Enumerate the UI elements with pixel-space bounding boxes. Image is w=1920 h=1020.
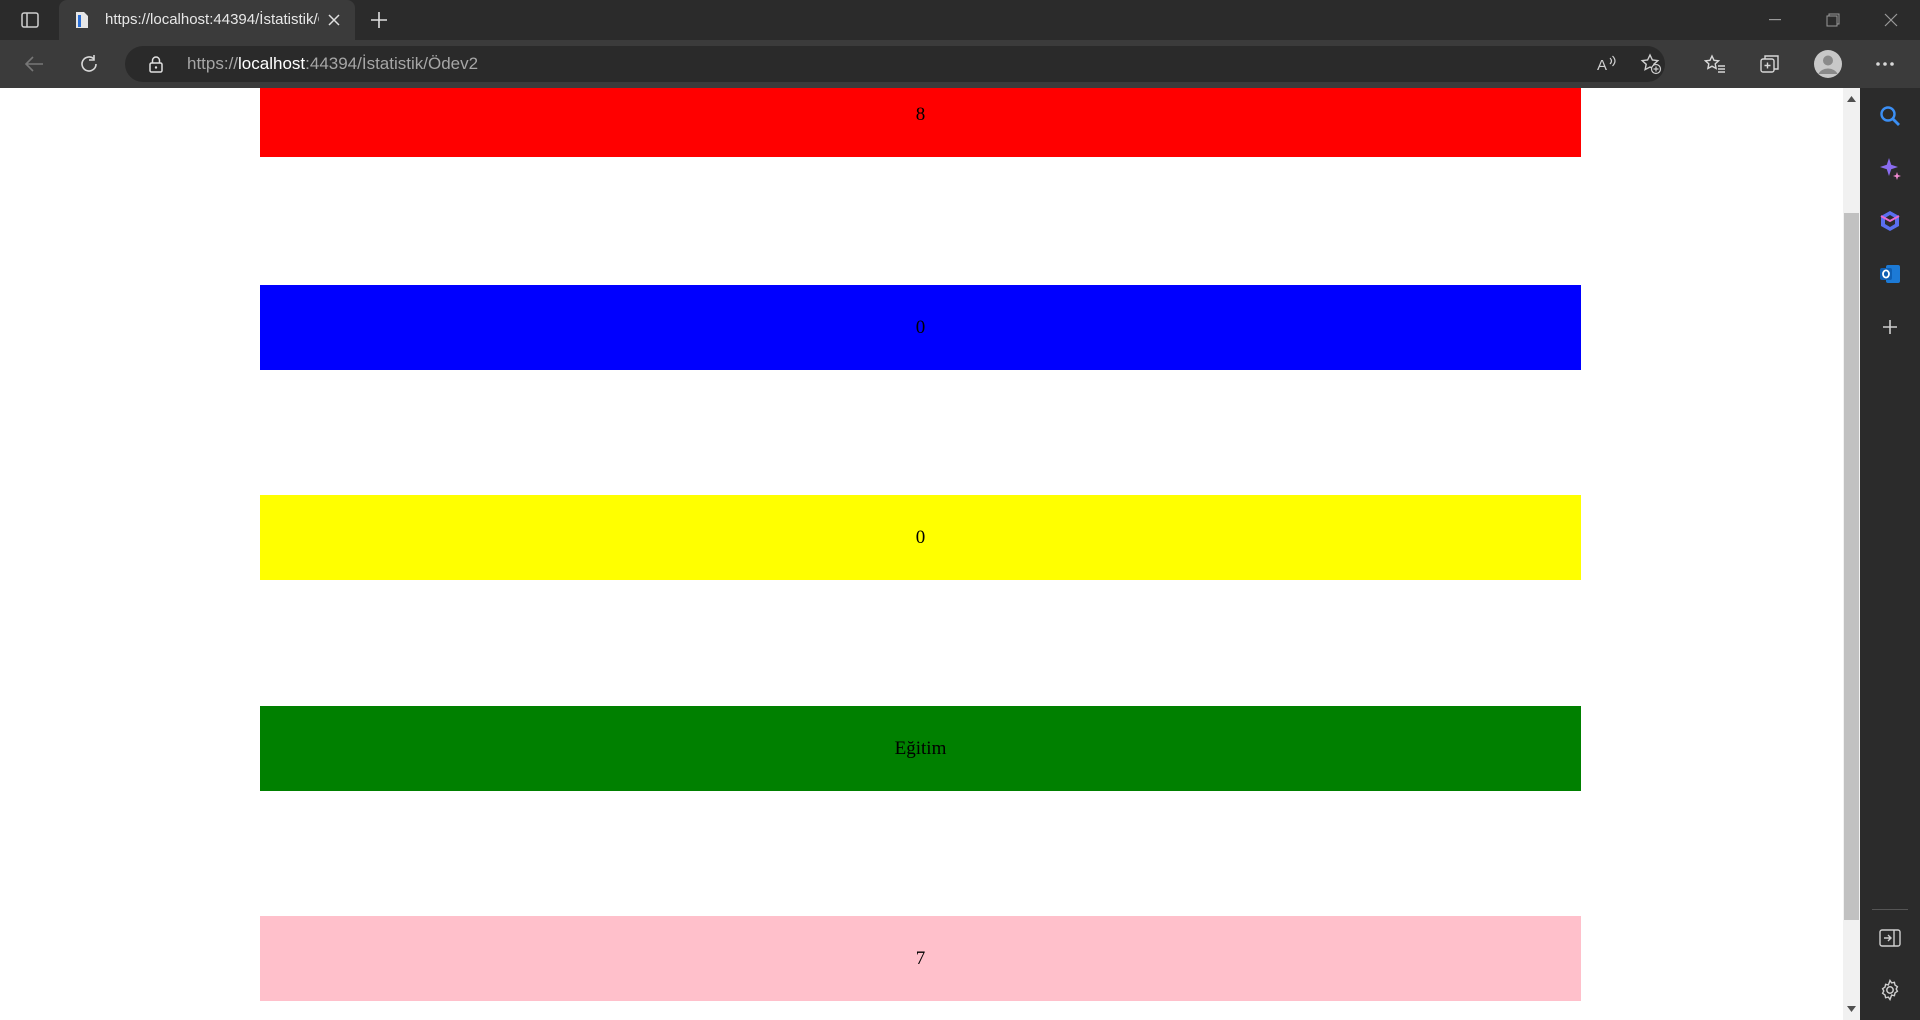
toolbar: https://localhost:44394/İstatistik/Ödev2…	[0, 40, 1920, 88]
scroll-up-arrow-icon[interactable]	[1843, 92, 1860, 106]
color-bar-pink: 7	[260, 916, 1581, 1001]
add-favorite-icon[interactable]	[1639, 52, 1663, 76]
color-bar-blue: 0	[260, 285, 1581, 370]
tab-title: https://localhost:44394/İstatistik/Ödev2	[105, 11, 319, 28]
page-icon	[73, 11, 91, 29]
search-icon[interactable]	[1876, 102, 1904, 130]
read-aloud-icon[interactable]: A	[1595, 52, 1619, 76]
profile-avatar-icon[interactable]	[1812, 48, 1844, 80]
scrollbar-thumb[interactable]	[1844, 213, 1859, 920]
office-icon[interactable]	[1876, 207, 1904, 235]
color-bar-green: Eğitim	[260, 706, 1581, 791]
more-icon[interactable]	[1869, 48, 1901, 80]
bar-value: 0	[915, 316, 926, 338]
outlook-icon[interactable]	[1876, 260, 1904, 288]
url-text[interactable]: https://localhost:44394/İstatistik/Ödev2	[187, 54, 478, 74]
bar-value: Eğitim	[894, 737, 947, 759]
back-arrow-icon[interactable]	[18, 48, 50, 80]
edge-sidebar	[1860, 88, 1920, 1020]
new-tab-plus-icon[interactable]	[366, 8, 392, 32]
bar-value: 7	[915, 947, 926, 969]
minimize-icon[interactable]	[1746, 0, 1804, 40]
url-host: localhost	[238, 54, 306, 73]
tab-actions-icon[interactable]	[18, 9, 42, 31]
sidebar-divider	[1872, 909, 1908, 910]
settings-icon[interactable]	[1876, 976, 1904, 1004]
copilot-icon[interactable]	[1876, 155, 1904, 183]
color-bar-yellow: 0	[260, 495, 1581, 580]
bar-value: 8	[915, 103, 926, 125]
address-bar[interactable]: https://localhost:44394/İstatistik/Ödev2…	[125, 46, 1665, 82]
title-bar: https://localhost:44394/İstatistik/Ödev2	[0, 0, 1920, 40]
page-viewport: 8 0 0 Eğitim 7	[0, 88, 1843, 1020]
url-scheme: https://	[187, 54, 239, 73]
plus-icon[interactable]	[1876, 313, 1904, 341]
svg-text:A: A	[1597, 57, 1607, 74]
restore-icon[interactable]	[1804, 0, 1862, 40]
lock-icon[interactable]	[147, 55, 165, 73]
browser-tab[interactable]: https://localhost:44394/İstatistik/Ödev2	[59, 0, 355, 40]
scroll-down-arrow-icon[interactable]	[1843, 1002, 1860, 1016]
collections-icon[interactable]	[1754, 48, 1786, 80]
tab-close-icon[interactable]	[325, 11, 343, 29]
bar-value: 0	[915, 526, 926, 548]
refresh-icon[interactable]	[73, 48, 105, 80]
favorites-icon[interactable]	[1699, 48, 1731, 80]
split-screen-icon[interactable]	[1876, 924, 1904, 952]
color-bar-red: 8	[260, 88, 1581, 157]
close-window-icon[interactable]	[1862, 0, 1920, 40]
url-path: :44394/İstatistik/Ödev2	[305, 54, 479, 73]
